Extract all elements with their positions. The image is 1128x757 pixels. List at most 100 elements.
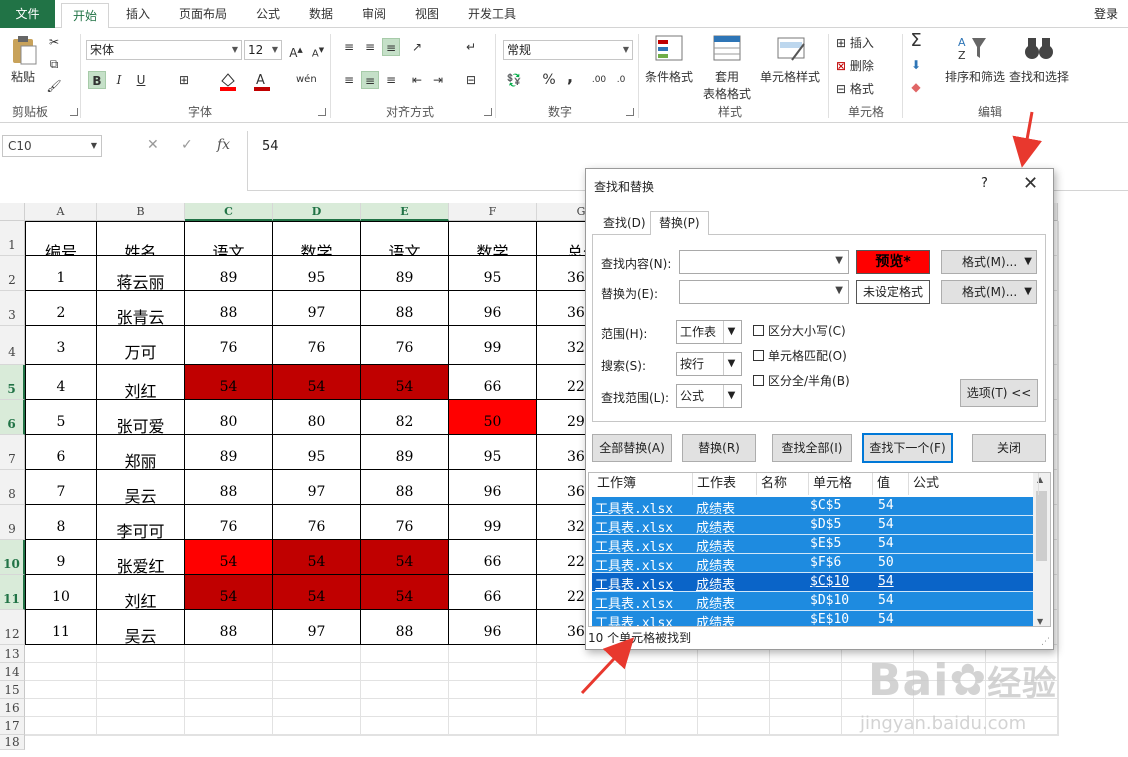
align-middle-icon[interactable]: ≡: [361, 38, 379, 56]
table-cell[interactable]: 96: [449, 470, 537, 505]
row-header[interactable]: 13: [0, 645, 25, 663]
tab-file[interactable]: 文件: [0, 0, 55, 28]
table-cell[interactable]: 54: [185, 365, 273, 400]
close-icon[interactable]: ✕: [1023, 173, 1038, 194]
row-header[interactable]: 9: [0, 505, 25, 540]
grid-cell[interactable]: [626, 735, 698, 736]
tab-view[interactable]: 视图: [407, 0, 447, 28]
table-cell[interactable]: 95: [273, 435, 361, 470]
result-row[interactable]: 工具表.xlsx 成绩表 $F$6 50: [592, 554, 1033, 574]
grow-font-icon[interactable]: A▲: [287, 41, 305, 60]
table-cell[interactable]: 80: [273, 400, 361, 435]
result-row[interactable]: 工具表.xlsx 成绩表 $D$5 54: [592, 516, 1033, 536]
table-cell[interactable]: 3: [25, 326, 97, 365]
decrease-indent-icon[interactable]: ⇤: [408, 71, 426, 89]
grid-cell[interactable]: [537, 735, 626, 736]
grid-cell[interactable]: [1058, 365, 1059, 400]
table-cell[interactable]: 10: [25, 575, 97, 610]
grid-cell[interactable]: [698, 699, 770, 717]
grid-cell[interactable]: [185, 699, 273, 717]
grid-cell[interactable]: [97, 699, 185, 717]
column-header[interactable]: B: [97, 203, 185, 221]
results-list[interactable]: ▲ ▼ 工作簿 工作表 名称 单元格值公式 工具表.xlsx 成绩表 $C$5 54 工具表.x…: [588, 472, 1051, 627]
grid-cell[interactable]: [361, 699, 449, 717]
table-cell[interactable]: 54: [273, 575, 361, 610]
row-header[interactable]: 11: [0, 575, 25, 610]
results-column-header[interactable]: 工作表: [693, 473, 757, 495]
replace-button[interactable]: 替换(R): [682, 434, 756, 462]
increase-decimal-icon[interactable]: .00: [590, 71, 608, 89]
column-header[interactable]: E: [361, 203, 449, 221]
replace-format-button[interactable]: 格式(M)... ▼: [941, 280, 1037, 304]
grid-cell[interactable]: [842, 735, 914, 736]
grid-cell[interactable]: [698, 735, 770, 736]
grid-cell[interactable]: [1058, 256, 1059, 291]
table-cell[interactable]: 76: [185, 505, 273, 540]
table-cell[interactable]: 88: [361, 610, 449, 645]
font-launcher-icon[interactable]: [318, 108, 326, 116]
results-column-header[interactable]: 值: [873, 473, 909, 495]
table-cell[interactable]: 郑丽: [97, 435, 185, 470]
tab-page-layout[interactable]: 页面布局: [171, 0, 235, 28]
result-row[interactable]: 工具表.xlsx 成绩表 $E$5 54: [592, 535, 1033, 555]
table-cell[interactable]: 89: [361, 435, 449, 470]
table-cell[interactable]: 99: [449, 326, 537, 365]
fill-down-icon[interactable]: ⬇: [907, 56, 925, 74]
grid-cell[interactable]: [1058, 645, 1059, 663]
tab-replace[interactable]: 替换(P): [650, 211, 709, 235]
tab-find[interactable]: 查找(D): [594, 211, 655, 235]
grid-cell[interactable]: [97, 645, 185, 663]
align-center-icon[interactable]: ≡: [361, 71, 379, 89]
result-row[interactable]: 工具表.xlsx 成绩表 $E$10 54: [592, 611, 1033, 626]
tab-formulas[interactable]: 公式: [248, 0, 288, 28]
table-format-button[interactable]: 套用 表格格式: [700, 68, 754, 102]
grid-cell[interactable]: [1058, 400, 1059, 435]
scroll-thumb[interactable]: [1036, 491, 1047, 561]
table-cell[interactable]: 张可爱: [97, 400, 185, 435]
grid-cell[interactable]: [273, 699, 361, 717]
grid-cell[interactable]: [97, 717, 185, 735]
grid-cell[interactable]: [1058, 663, 1059, 681]
grid-cell[interactable]: [770, 681, 842, 699]
font-color-icon[interactable]: A: [252, 71, 272, 91]
grid-cell[interactable]: [626, 663, 698, 681]
bold-button[interactable]: B: [88, 71, 106, 89]
grid-cell[interactable]: [97, 681, 185, 699]
grid-cell[interactable]: [1058, 435, 1059, 470]
table-cell[interactable]: 99: [449, 505, 537, 540]
enter-icon[interactable]: ✓: [181, 137, 193, 153]
grid-cell[interactable]: [1058, 735, 1059, 736]
grid-cell[interactable]: [770, 735, 842, 736]
table-cell[interactable]: 88: [185, 291, 273, 326]
grid-cell[interactable]: [1058, 505, 1059, 540]
table-cell[interactable]: 8: [25, 505, 97, 540]
table-cell[interactable]: 蒋云丽: [97, 256, 185, 291]
increase-indent-icon[interactable]: ⇥: [429, 71, 447, 89]
grid-cell[interactable]: [185, 681, 273, 699]
replace-with-input[interactable]: ▼: [679, 280, 849, 304]
number-launcher-icon[interactable]: [626, 108, 634, 116]
table-header-cell[interactable]: 数学: [449, 221, 537, 256]
grid-cell[interactable]: [770, 717, 842, 735]
italic-button[interactable]: I: [110, 71, 128, 89]
grid-cell[interactable]: [914, 735, 986, 736]
close-button[interactable]: 关闭: [972, 434, 1046, 462]
table-cell[interactable]: 6: [25, 435, 97, 470]
grid-cell[interactable]: [626, 681, 698, 699]
results-column-header[interactable]: 单元格: [809, 473, 873, 495]
currency-icon[interactable]: 💱: [505, 71, 523, 89]
decrease-decimal-icon[interactable]: .0: [612, 71, 630, 89]
find-format-button[interactable]: 格式(M)... ▼: [941, 250, 1037, 274]
table-header-cell[interactable]: 数学: [273, 221, 361, 256]
table-cell[interactable]: 刘红: [97, 575, 185, 610]
grid-cell[interactable]: [537, 699, 626, 717]
grid-cell[interactable]: [537, 717, 626, 735]
format-cells-button[interactable]: ⊟ 格式: [836, 80, 874, 97]
grid-cell[interactable]: [449, 699, 537, 717]
grid-cell[interactable]: [770, 663, 842, 681]
grid-cell[interactable]: [361, 717, 449, 735]
table-header-cell[interactable]: 姓名: [97, 221, 185, 256]
table-cell[interactable]: 76: [361, 326, 449, 365]
grid-cell[interactable]: [449, 645, 537, 663]
align-right-icon[interactable]: ≡: [382, 71, 400, 89]
